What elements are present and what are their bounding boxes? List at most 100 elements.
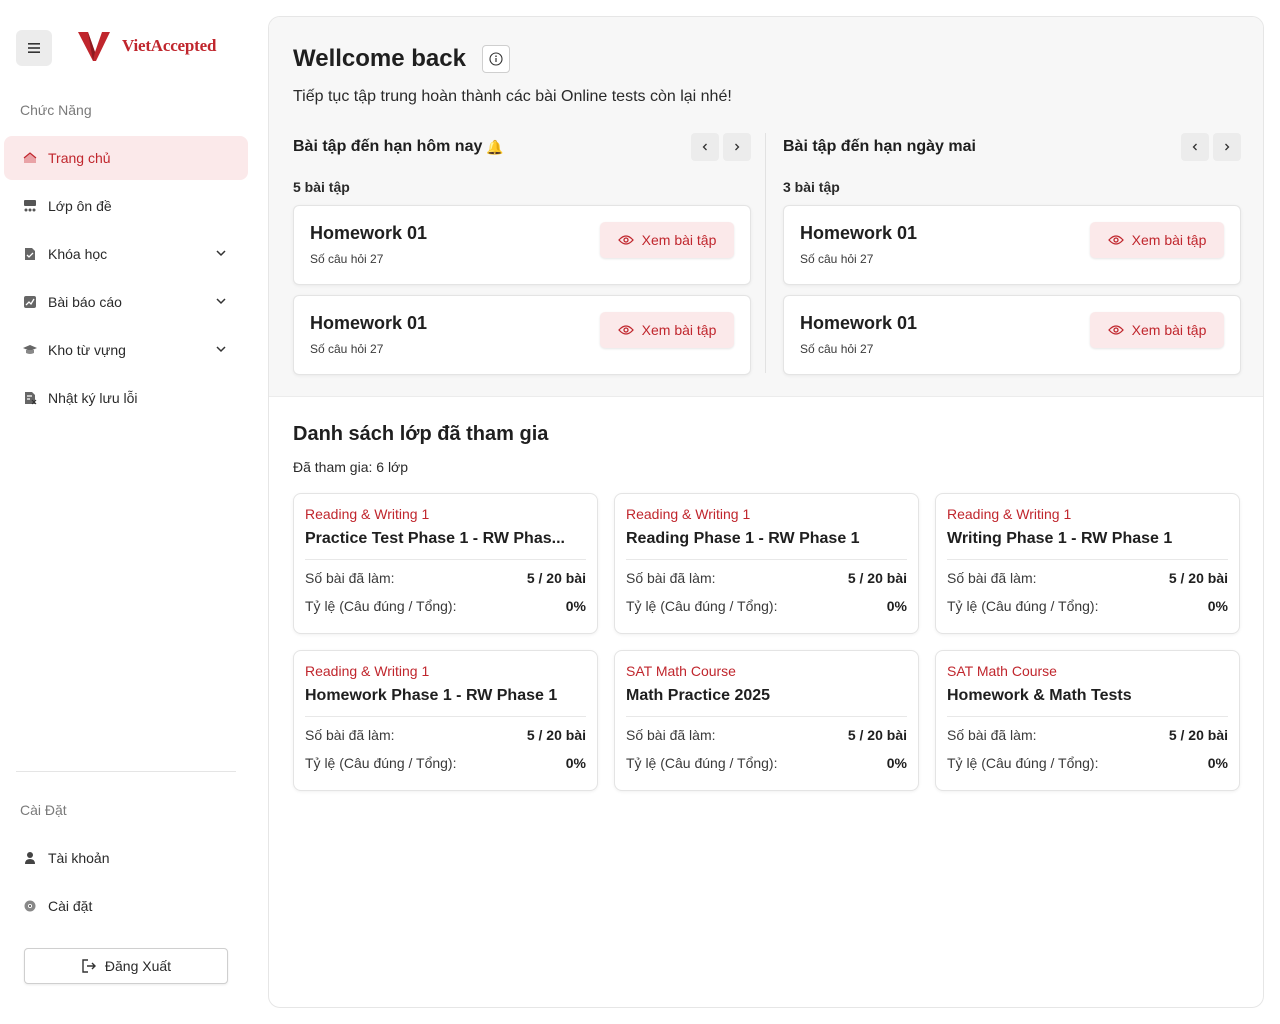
due-tomorrow-title-text: Bài tập đến hạn ngày mai	[783, 138, 976, 155]
ratio-stat: Tỷ lệ (Câu đúng / Tổng): 0%	[947, 598, 1228, 614]
classes-count: Đã tham gia: 6 lớp	[293, 459, 409, 475]
sidebar-divider	[16, 771, 236, 772]
logout-button[interactable]: Đăng Xuất	[24, 948, 228, 984]
due-tomorrow-count: 3 bài tập	[783, 179, 840, 195]
ratio-value: 0%	[886, 598, 907, 614]
ratio-label: Tỷ lệ (Câu đúng / Tổng):	[626, 598, 778, 614]
info-button[interactable]	[481, 45, 510, 73]
sidebar-item-label: Lớp ôn đề	[48, 198, 112, 214]
chevron-right-icon	[735, 143, 740, 151]
done-stat: Số bài đã làm: 5 / 20 bài	[305, 570, 586, 586]
next-button[interactable]	[1213, 133, 1241, 161]
ratio-label: Tỷ lệ (Câu đúng / Tổng):	[947, 755, 1099, 771]
user-icon	[22, 850, 38, 866]
ratio-value: 0%	[565, 755, 586, 771]
chevron-left-icon	[1192, 143, 1197, 151]
classes-section-title: Danh sách lớp đã tham gia	[293, 423, 549, 445]
class-card[interactable]: Reading & Writing 1 Reading Phase 1 - RW…	[614, 493, 919, 634]
prev-button[interactable]	[691, 133, 719, 161]
chevron-down-icon[interactable]	[214, 294, 228, 308]
sidebar-item-label: Cài đặt	[48, 898, 93, 914]
done-label: Số bài đã làm:	[626, 727, 716, 743]
ratio-label: Tỷ lệ (Câu đúng / Tổng):	[305, 755, 457, 771]
done-stat: Số bài đã làm: 5 / 20 bài	[305, 727, 586, 743]
ratio-stat: Tỷ lệ (Câu đúng / Tổng): 0%	[626, 755, 907, 771]
view-homework-button[interactable]: Xem bài tập	[1090, 312, 1224, 348]
brand-logo[interactable]: VietAccepted	[76, 30, 216, 62]
course-icon	[22, 246, 38, 262]
class-card[interactable]: Reading & Writing 1 Practice Test Phase …	[293, 493, 598, 634]
prev-button[interactable]	[1181, 133, 1209, 161]
class-card[interactable]: Reading & Writing 1 Homework Phase 1 - R…	[293, 650, 598, 791]
homework-card: Homework 01 Số câu hỏi 27 Xem bài tập	[293, 205, 751, 285]
done-value: 5 / 20 bài	[1168, 727, 1228, 743]
class-list: Reading & Writing 1 Practice Test Phase …	[293, 493, 1241, 791]
view-homework-label: Xem bài tập	[1131, 232, 1207, 248]
column-separator	[765, 133, 766, 373]
sidebar-item-settings[interactable]: Cài đặt	[4, 884, 248, 928]
welcome-title: Wellcome back	[293, 45, 466, 72]
chevron-down-icon[interactable]	[214, 246, 228, 260]
classroom-icon	[22, 198, 38, 214]
page-title: Wellcome back	[293, 45, 510, 73]
main-content: Wellcome back Tiếp tục tập trung hoàn th…	[268, 16, 1264, 1008]
done-stat: Số bài đã làm: 5 / 20 bài	[626, 570, 907, 586]
due-today-pager	[691, 133, 751, 161]
done-stat: Số bài đã làm: 5 / 20 bài	[626, 727, 907, 743]
done-value: 5 / 20 bài	[526, 570, 586, 586]
class-card[interactable]: SAT Math Course Math Practice 2025 Số bà…	[614, 650, 919, 791]
sidebar-item-error-log[interactable]: Nhật ký lưu lỗi	[4, 376, 248, 420]
ratio-value: 0%	[1207, 755, 1228, 771]
sidebar-item-home[interactable]: Trang chủ	[4, 136, 248, 180]
functions-section-label: Chức Năng	[20, 102, 92, 118]
homework-question-count: Số câu hỏi 27	[800, 252, 874, 266]
ratio-stat: Tỷ lệ (Câu đúng / Tổng): 0%	[305, 598, 586, 614]
class-category: Reading & Writing 1	[947, 506, 1072, 522]
sidebar-item-account[interactable]: Tài khoản	[4, 836, 248, 880]
sidebar-item-classroom[interactable]: Lớp ôn đề	[4, 184, 248, 228]
gear-icon	[22, 898, 38, 914]
done-value: 5 / 20 bài	[1168, 570, 1228, 586]
brand-name: VietAccepted	[122, 36, 217, 55]
logout-label: Đăng Xuất	[104, 958, 172, 974]
homework-question-count: Số câu hỏi 27	[800, 342, 874, 356]
settings-section-label: Cài Đặt	[20, 802, 67, 818]
eye-icon	[617, 325, 634, 335]
done-value: 5 / 20 bài	[847, 570, 907, 586]
view-homework-button[interactable]: Xem bài tập	[1090, 222, 1224, 258]
class-category: SAT Math Course	[947, 663, 1057, 679]
welcome-subtitle: Tiếp tục tập trung hoàn thành các bài On…	[293, 88, 732, 105]
ratio-stat: Tỷ lệ (Câu đúng / Tổng): 0%	[626, 598, 907, 614]
next-button[interactable]	[723, 133, 751, 161]
logo-mark-icon	[78, 32, 110, 61]
done-label: Số bài đã làm:	[305, 727, 395, 743]
eye-icon	[1107, 235, 1124, 245]
view-homework-label: Xem bài tập	[1131, 322, 1207, 338]
sidebar-item-label: Kho từ vựng	[48, 342, 126, 358]
sidebar-item-courses[interactable]: Khóa học	[4, 232, 248, 276]
error-log-icon	[22, 390, 38, 406]
homework-card: Homework 01 Số câu hỏi 27 Xem bài tập	[293, 295, 751, 375]
class-name: Practice Test Phase 1 - RW Phas...	[305, 530, 586, 560]
sidebar-item-label: Tài khoản	[48, 850, 110, 866]
due-today-count: 5 bài tập	[293, 179, 350, 195]
hamburger-icon	[28, 43, 40, 53]
menu-toggle-button[interactable]	[16, 30, 52, 66]
homework-card: Homework 01 Số câu hỏi 27 Xem bài tập	[783, 205, 1241, 285]
view-homework-label: Xem bài tập	[641, 232, 717, 248]
class-name: Reading Phase 1 - RW Phase 1	[626, 530, 907, 560]
view-homework-button[interactable]: Xem bài tập	[600, 222, 734, 258]
ratio-value: 0%	[1207, 598, 1228, 614]
sidebar-item-reports[interactable]: Bài báo cáo	[4, 280, 248, 324]
sidebar-item-label: Bài báo cáo	[48, 294, 122, 310]
class-category: SAT Math Course	[626, 663, 736, 679]
due-tomorrow-section: Bài tập đến hạn ngày mai 3 bài tập Homew…	[783, 129, 1241, 375]
chevron-down-icon[interactable]	[214, 342, 228, 356]
sidebar-item-vocabulary[interactable]: Kho từ vựng	[4, 328, 248, 372]
ratio-label: Tỷ lệ (Câu đúng / Tổng):	[947, 598, 1099, 614]
class-card[interactable]: SAT Math Course Homework & Math Tests Số…	[935, 650, 1240, 791]
class-card[interactable]: Reading & Writing 1 Writing Phase 1 - RW…	[935, 493, 1240, 634]
class-category: Reading & Writing 1	[305, 506, 430, 522]
done-label: Số bài đã làm:	[305, 570, 395, 586]
view-homework-button[interactable]: Xem bài tập	[600, 312, 734, 348]
